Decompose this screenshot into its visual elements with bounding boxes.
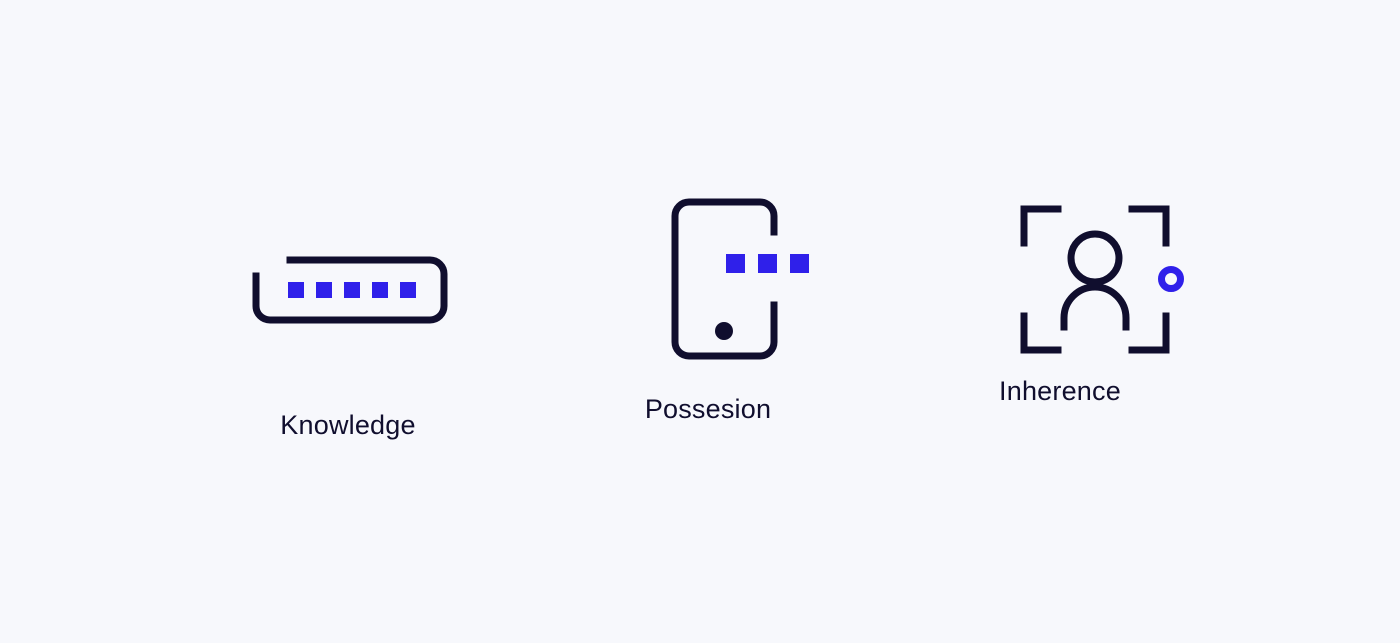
bracket-bottom-left [1020,312,1062,354]
bracket-top-right [1128,205,1170,247]
factor-label-knowledge: Knowledge [280,410,416,440]
face-scan-icon [1020,205,1184,354]
signal-square [758,254,777,273]
password-dot [288,282,304,298]
password-dot [400,282,416,298]
factor-label-possesion: Possesion [644,394,772,424]
illustration-canvas: Knowledge Possesion Inherence [0,0,1400,643]
bracket-top-left [1020,205,1062,247]
factor-possesion: Possesion [528,190,888,425]
home-button-dot [715,322,733,340]
factor-inherence: Inherence [880,190,1240,407]
factor-knowledge: Knowledge [168,236,528,441]
factor-label-inherence: Inherence [999,376,1121,406]
person-head [1067,230,1123,286]
password-dot [316,282,332,298]
bracket-bottom-right [1128,312,1170,354]
person-shoulders [1060,283,1130,331]
mobile-phone-icon [671,198,809,360]
password-dot [372,282,388,298]
signal-square [726,254,745,273]
scan-ring [1158,266,1184,292]
signal-square [790,254,809,273]
password-dot [344,282,360,298]
password-field-icon [252,256,448,324]
